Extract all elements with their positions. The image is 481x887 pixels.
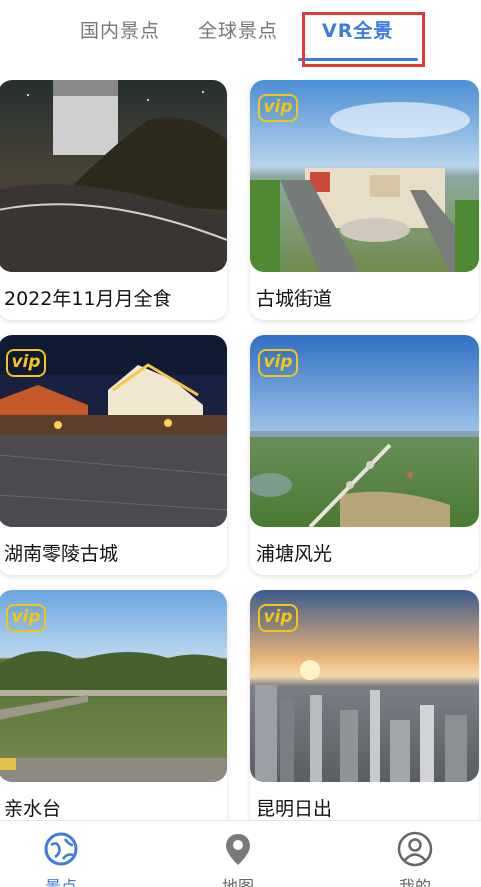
card-title: 昆明日出 bbox=[256, 798, 333, 820]
card-title: 古城街道 bbox=[256, 288, 333, 310]
vip-badge: vip bbox=[258, 604, 298, 632]
vip-badge: vip bbox=[6, 604, 46, 632]
annotation-highlight-box bbox=[302, 12, 425, 67]
card-image bbox=[0, 80, 227, 272]
card-image: vip bbox=[250, 80, 479, 272]
card-image: vip bbox=[0, 590, 227, 782]
tab-domestic-spots[interactable]: 国内景点 bbox=[80, 16, 160, 43]
bottom-nav-bar: 景点 地图 我的 bbox=[0, 820, 481, 887]
card-image: vip bbox=[250, 335, 479, 527]
card-image: vip bbox=[250, 590, 479, 782]
card-title: 湖南零陵古城 bbox=[4, 543, 119, 565]
card-lingling-ancient-city[interactable]: vip 湖南零陵古城 bbox=[0, 335, 227, 575]
vip-badge: vip bbox=[258, 349, 298, 377]
nav-label: 我的 bbox=[398, 877, 431, 887]
vip-badge: vip bbox=[6, 349, 46, 377]
vip-badge: vip bbox=[258, 94, 298, 122]
card-title: 2022年11月月全食 bbox=[4, 288, 172, 310]
nav-item-map[interactable]: 地图 bbox=[198, 831, 278, 887]
user-icon bbox=[397, 831, 433, 867]
card-image: vip bbox=[0, 335, 227, 527]
card-title: 浦塘风光 bbox=[256, 543, 333, 565]
nav-item-mine[interactable]: 我的 bbox=[375, 831, 455, 887]
vr-card-grid: 2022年11月月全食 vip 古城街道 vip 湖南零陵古城 vip 浦塘风光… bbox=[0, 80, 481, 820]
tab-global-spots[interactable]: 全球景点 bbox=[198, 16, 278, 43]
map-pin-icon bbox=[226, 834, 250, 865]
nav-label: 地图 bbox=[221, 877, 254, 887]
nav-label: 景点 bbox=[44, 877, 77, 887]
card-lunar-eclipse[interactable]: 2022年11月月全食 bbox=[0, 80, 227, 320]
card-kunming-sunrise[interactable]: vip 昆明日出 bbox=[250, 590, 479, 820]
card-ancient-street[interactable]: vip 古城街道 bbox=[250, 80, 479, 320]
globe-icon bbox=[44, 832, 78, 866]
card-putang-scenery[interactable]: vip 浦塘风光 bbox=[250, 335, 479, 575]
nav-item-spots[interactable]: 景点 bbox=[21, 831, 101, 887]
card-waterside-terrace[interactable]: vip 亲水台 bbox=[0, 590, 227, 820]
top-tab-bar: 国内景点 全球景点 VR全景 bbox=[0, 0, 481, 72]
card-title: 亲水台 bbox=[4, 798, 62, 820]
